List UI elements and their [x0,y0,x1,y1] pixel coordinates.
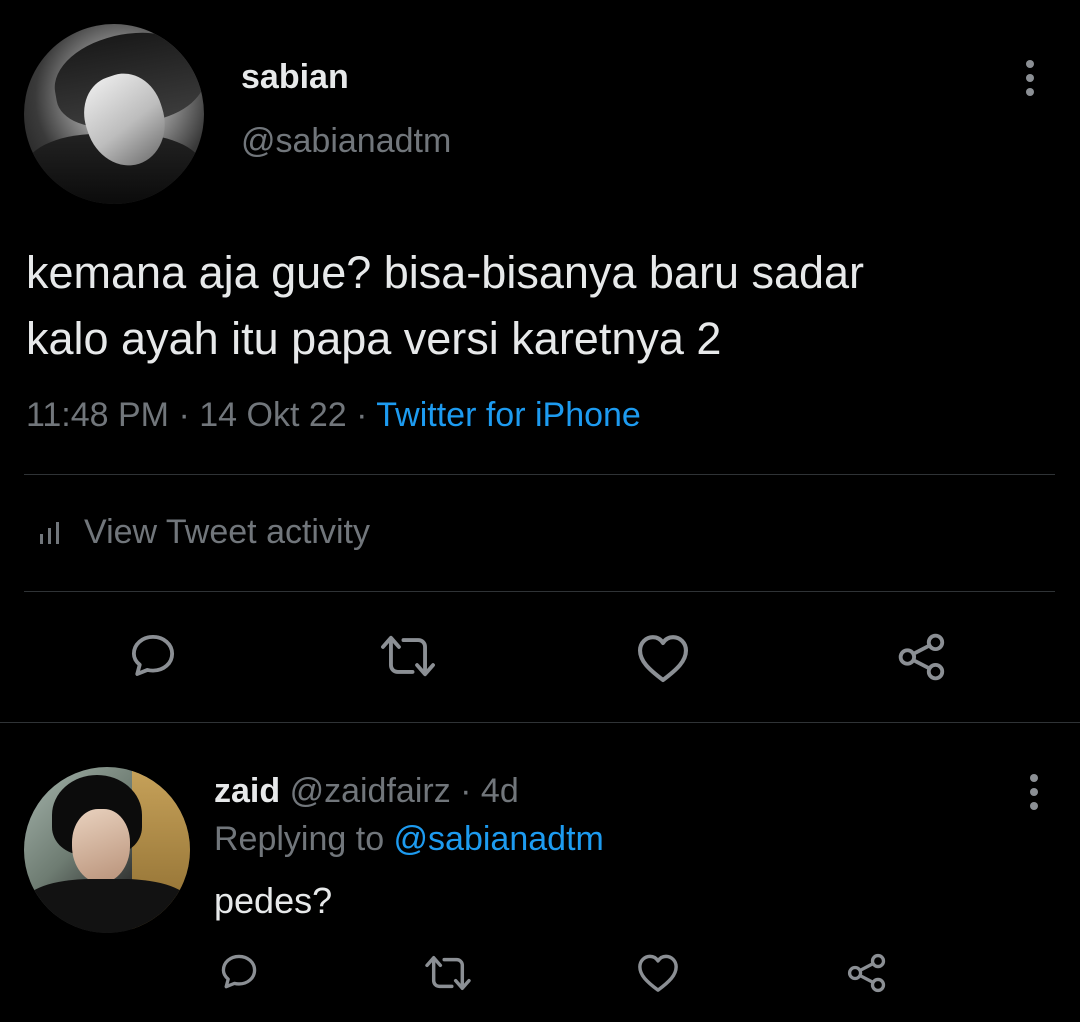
author-name[interactable]: sabian [241,58,349,97]
replying-to: Replying to @sabianadtm [214,820,604,859]
more-options-icon[interactable] [1024,60,1036,96]
tweet-text-line: kemana aja gue? bisa-bisanya baru sadar [26,247,865,298]
avatar-shirt [24,879,190,933]
replying-prefix: Replying to [214,820,394,858]
meta-separator: · [169,396,200,434]
tweet-source-link[interactable]: Twitter for iPhone [376,396,641,434]
view-tweet-activity-button[interactable]: View Tweet activity [38,513,370,552]
meta-separator: · [450,772,481,810]
reply-author-name[interactable]: zaid [214,772,280,810]
activity-label: View Tweet activity [84,513,370,551]
thread-divider [0,722,1080,723]
meta-separator: · [346,396,377,434]
tweet-text: kemana aja gue? bisa-bisanya baru sadar … [26,240,1046,372]
analytics-icon [40,521,59,544]
tweet-time[interactable]: 11:48 PM [26,396,169,434]
tweet-date[interactable]: 14 Okt 22 [199,396,346,434]
reply-more-options-icon[interactable] [1028,774,1040,810]
tweet-meta: 11:48 PM · 14 Okt 22 · Twitter for iPhon… [26,396,641,435]
divider [24,591,1055,592]
author-handle[interactable]: @sabianadtm [241,122,451,161]
reply-author-avatar[interactable] [24,767,190,933]
author-avatar[interactable] [24,24,204,204]
divider [24,474,1055,475]
reply-share-icon[interactable] [844,950,890,996]
avatar-face [72,809,130,883]
reply-reply-icon[interactable] [216,950,262,994]
reply-like-icon[interactable] [634,950,682,994]
reply-text: pedes? [214,880,333,921]
replying-to-handle-link[interactable]: @sabianadtm [394,820,604,858]
reply-retweet-icon[interactable] [422,952,474,994]
reply-age: 4d [480,772,519,810]
reply-author-handle[interactable]: @zaidfairz [290,772,451,810]
reply-header: zaid @zaidfairz · 4d [214,772,519,811]
like-icon[interactable] [634,630,692,684]
share-icon[interactable] [894,630,950,684]
retweet-icon[interactable] [378,630,438,682]
reply-icon[interactable] [125,628,181,684]
tweet-text-line: kalo ayah itu papa versi karetnya 2 [26,313,722,364]
